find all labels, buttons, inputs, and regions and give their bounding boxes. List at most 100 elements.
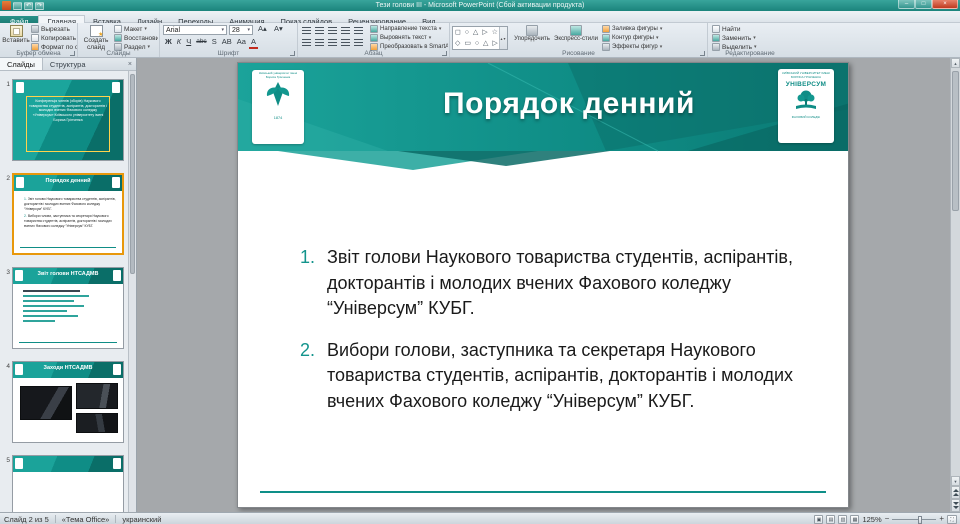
change-case-button[interactable]: Аа bbox=[235, 37, 248, 49]
text-shadow-button[interactable]: S bbox=[210, 37, 219, 49]
slide-body-text[interactable]: 1. Звіт голови Наукового товариства студ… bbox=[300, 245, 806, 430]
powerpoint-app-icon[interactable] bbox=[2, 1, 11, 10]
slide-title[interactable]: Порядок денний bbox=[238, 87, 848, 121]
paste-button[interactable]: Вставить bbox=[3, 25, 29, 45]
reset-icon bbox=[114, 34, 122, 42]
slide-4-thumbnail[interactable]: Заходи НТСАДМВ bbox=[12, 361, 124, 443]
font-name-select[interactable]: Arial bbox=[163, 25, 227, 35]
slide-2-thumbnail-selected[interactable]: Порядок денний 1.Звіт голови Наукового т… bbox=[12, 173, 124, 255]
slides-group: Создать слайд Макет Восстановить Раздел … bbox=[78, 23, 160, 57]
maximize-button[interactable] bbox=[915, 0, 932, 9]
language-indicator[interactable]: украинский bbox=[122, 515, 161, 524]
reset-button[interactable]: Восстановить bbox=[114, 34, 158, 42]
text-direction-button[interactable]: Направление текста bbox=[370, 25, 448, 33]
columns-icon[interactable] bbox=[353, 38, 364, 47]
align-right-icon[interactable] bbox=[327, 38, 338, 47]
align-center-icon[interactable] bbox=[314, 38, 325, 47]
shrink-font-icon[interactable]: A▾ bbox=[272, 24, 285, 34]
font-color-button[interactable]: А bbox=[249, 37, 258, 49]
bold-button[interactable]: Ж bbox=[163, 37, 174, 49]
tab-slides[interactable]: Слайды bbox=[0, 58, 43, 70]
list-item: 1. Звіт голови Наукового товариства студ… bbox=[300, 245, 806, 322]
next-slide-button[interactable] bbox=[951, 499, 960, 512]
scroll-up-icon[interactable]: ▲ bbox=[951, 58, 960, 68]
align-text-button[interactable]: Выровнять текст bbox=[370, 34, 448, 42]
layout-button[interactable]: Макет bbox=[114, 25, 158, 33]
previous-slide-button[interactable] bbox=[951, 486, 960, 499]
italic-button[interactable]: К bbox=[175, 37, 183, 49]
bullets-icon[interactable] bbox=[301, 26, 312, 35]
underline-button[interactable]: Ч bbox=[184, 37, 193, 49]
shape-fill-button[interactable]: Заливка фигуры bbox=[602, 25, 706, 33]
align-left-icon[interactable] bbox=[301, 38, 312, 47]
cut-button[interactable]: Вырезать bbox=[31, 25, 77, 33]
zoom-slider[interactable] bbox=[892, 519, 936, 520]
slide-3-thumbnail[interactable]: Звіт голови НТСАДМВ bbox=[12, 267, 124, 349]
slide-number: 3 bbox=[2, 269, 10, 276]
footer-line-mini bbox=[20, 247, 116, 248]
shape-outline-icon bbox=[602, 34, 610, 42]
status-left: Слайд 2 из 5 «Тема Office» украинский bbox=[4, 513, 161, 524]
slide-sorter-view-button[interactable]: ▤ bbox=[826, 515, 835, 524]
main-scrollbar-thumb[interactable] bbox=[952, 71, 959, 211]
replace-button[interactable]: Заменить bbox=[712, 34, 788, 42]
slideshow-view-button[interactable]: ▦ bbox=[850, 515, 859, 524]
shape-outline-button[interactable]: Контур фигуры bbox=[602, 34, 706, 42]
paragraph-dialog-launcher[interactable] bbox=[442, 51, 447, 56]
font-size-select[interactable]: 28 bbox=[229, 25, 253, 35]
new-slide-button[interactable]: Создать слайд bbox=[80, 25, 112, 52]
tab-outline[interactable]: Структура bbox=[43, 58, 93, 70]
scissors-icon bbox=[31, 25, 39, 33]
redo-icon[interactable]: ↷ bbox=[35, 2, 44, 10]
slide-5-thumbnail[interactable] bbox=[12, 455, 124, 512]
increase-indent-icon[interactable] bbox=[340, 26, 351, 35]
line-spacing-icon[interactable] bbox=[353, 26, 364, 35]
divider bbox=[115, 515, 116, 523]
shapes-gallery[interactable]: ◻ ○ △ ▷ ☆◇ ▭ ○ △ ▷ bbox=[452, 26, 508, 50]
divider bbox=[55, 515, 56, 523]
close-button[interactable] bbox=[932, 0, 958, 9]
replace-icon bbox=[712, 34, 720, 42]
panel-scrollbar[interactable] bbox=[128, 71, 136, 512]
fit-to-window-button[interactable]: ⛶ bbox=[947, 515, 957, 524]
ribbon-tab-bar: ФайлГлавнаяВставкаДизайнПереходыАнимация… bbox=[0, 11, 960, 23]
grow-font-icon[interactable]: A▴ bbox=[256, 24, 269, 34]
slide-number: 2 bbox=[2, 175, 10, 182]
zoom-out-button[interactable]: − bbox=[885, 514, 890, 524]
justify-icon[interactable] bbox=[340, 38, 351, 47]
zoom-slider-thumb[interactable] bbox=[918, 516, 922, 524]
close-pane-icon[interactable] bbox=[124, 58, 136, 70]
minimize-button[interactable] bbox=[898, 0, 915, 9]
universum-college-logo: КИЇВСЬКИЙ УНІВЕРСИТЕТ ІМЕНІ БОРИСА ГРІНЧ… bbox=[778, 69, 834, 143]
slide-number: 5 bbox=[2, 457, 10, 464]
normal-view-button[interactable]: ▣ bbox=[814, 515, 823, 524]
left-logo-mini bbox=[16, 82, 24, 93]
decrease-indent-icon[interactable] bbox=[327, 26, 338, 35]
clipboard-dialog-launcher[interactable] bbox=[70, 51, 75, 56]
slide-3-title-mini: Звіт голови НТСАДМВ bbox=[21, 271, 115, 277]
reading-view-button[interactable]: ▥ bbox=[838, 515, 847, 524]
zoom-in-button[interactable]: + bbox=[939, 514, 944, 524]
drawing-dialog-launcher[interactable] bbox=[700, 51, 705, 56]
slide-1-thumbnail[interactable]: Конференція членів (зборів) Наукового то… bbox=[12, 79, 124, 161]
arrange-icon bbox=[526, 25, 538, 36]
find-button[interactable]: Найти bbox=[712, 25, 788, 33]
strikethrough-button[interactable]: abc bbox=[194, 37, 208, 49]
font-dialog-launcher[interactable] bbox=[290, 51, 295, 56]
right-logo-mini bbox=[113, 458, 121, 469]
zoom-level[interactable]: 125% bbox=[862, 515, 881, 524]
current-slide[interactable]: Порядок денний Київський університет іме… bbox=[237, 62, 849, 508]
character-spacing-button[interactable]: АВ bbox=[220, 37, 234, 49]
scroll-down-icon[interactable]: ▼ bbox=[951, 476, 960, 486]
footer-line-mini bbox=[19, 342, 117, 343]
arrange-button[interactable]: Упорядочить bbox=[512, 25, 552, 42]
theme-name[interactable]: «Тема Office» bbox=[62, 515, 110, 524]
quick-styles-button[interactable]: Экспресс-стили bbox=[554, 25, 598, 42]
save-icon[interactable] bbox=[13, 2, 22, 10]
undo-icon[interactable]: ↶ bbox=[24, 2, 33, 10]
copy-button[interactable]: Копировать bbox=[31, 34, 77, 42]
panel-scrollbar-thumb[interactable] bbox=[130, 74, 135, 274]
numbering-icon[interactable] bbox=[314, 26, 325, 35]
main-scrollbar[interactable]: ▲ ▼ bbox=[950, 58, 960, 512]
list-number: 2. bbox=[300, 338, 327, 415]
